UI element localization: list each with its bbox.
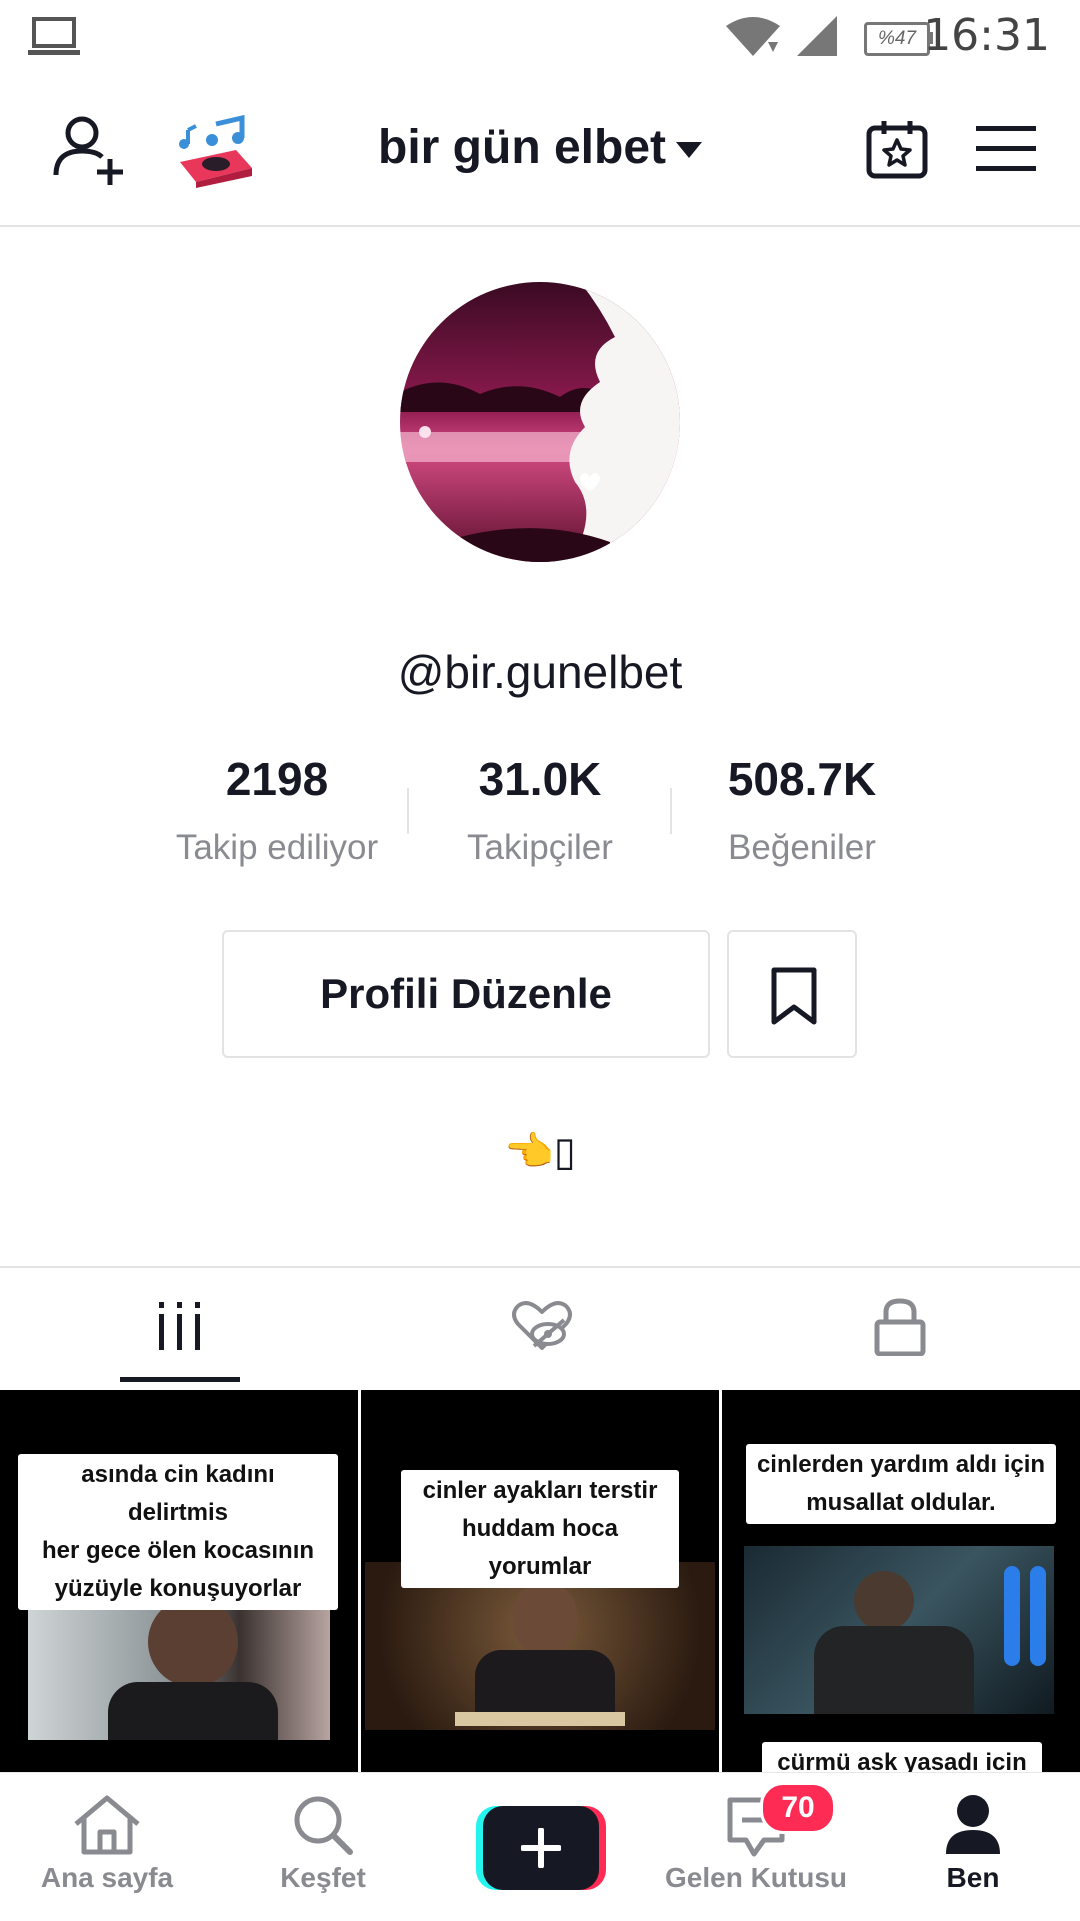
followers-label: Takipçiler: [467, 828, 613, 867]
liked-hidden-icon[interactable]: [510, 1300, 574, 1352]
status-time: 16:31: [923, 10, 1050, 61]
following-label: Takip ediliyor: [175, 828, 379, 867]
video-caption-bottom: cürmü ask yasadı icin: [762, 1742, 1042, 1772]
laptop-icon: [28, 17, 80, 55]
video-thumbnail[interactable]: asında cin kadını delirtmis her gece öle…: [0, 1390, 358, 1772]
tabs-divider: [0, 1266, 1080, 1268]
following-stat[interactable]: 2198 Takip ediliyor: [127, 752, 427, 868]
bookmark-icon: [771, 967, 817, 1025]
nav-inbox-label[interactable]: Gelen Kutusu: [656, 1862, 856, 1894]
plus-icon: [521, 1828, 561, 1868]
caption-line: cinler ayakları terstir: [422, 1477, 658, 1504]
lock-icon[interactable]: [874, 1298, 926, 1356]
caption-line: her gece ölen kocasının: [41, 1537, 315, 1564]
chevron-down-icon: [676, 142, 702, 159]
following-count: 2198: [225, 753, 329, 805]
video-thumbnail[interactable]: cinler ayakları terstir huddam hoca yoru…: [361, 1390, 719, 1772]
video-caption: asında cin kadını delirtmis her gece öle…: [18, 1454, 338, 1610]
followers-count: 31.0K: [478, 753, 602, 805]
video-caption: cinlerden yardım aldı için musallat oldu…: [746, 1444, 1056, 1524]
inbox-badge: 70: [760, 1782, 836, 1834]
caption-line: asında cin kadını delirtmis: [81, 1461, 275, 1526]
video-scene: [744, 1546, 1054, 1714]
caption-line: huddam hoca yorumlar: [461, 1515, 618, 1580]
favorites-button[interactable]: [727, 930, 857, 1058]
create-button[interactable]: [476, 1806, 606, 1890]
likes-label: Beğeniler: [728, 828, 876, 867]
calendar-star-icon[interactable]: [866, 118, 928, 180]
video-thumbnail[interactable]: cinlerden yardım aldı için musallat oldu…: [722, 1390, 1080, 1772]
likes-stat[interactable]: 508.7K Beğeniler: [652, 752, 952, 868]
wifi-icon: [726, 17, 780, 56]
grid-icon[interactable]: [157, 1302, 203, 1350]
active-tab-indicator: [120, 1377, 240, 1382]
caption-line: musallat oldular.: [806, 1489, 996, 1516]
avatar[interactable]: [400, 282, 680, 562]
followers-stat[interactable]: 31.0K Takipçiler: [390, 752, 690, 868]
profile-bio: 👈▯: [504, 1130, 576, 1174]
signal-icon: [797, 16, 837, 56]
profile-title-text: bir gün elbet: [378, 121, 666, 174]
battery-indicator: %47: [864, 22, 930, 56]
home-icon[interactable]: [72, 1794, 142, 1856]
nav-me-label[interactable]: Ben: [873, 1862, 1073, 1894]
profile-handle: @bir.gunelbet: [397, 646, 683, 698]
video-caption: cinler ayakları terstir huddam hoca yoru…: [401, 1470, 679, 1588]
nav-home-label[interactable]: Ana sayfa: [7, 1862, 207, 1894]
search-icon[interactable]: [292, 1794, 354, 1856]
caption-line: yüzüyle konuşuyorlar: [54, 1575, 302, 1602]
likes-count: 508.7K: [727, 753, 877, 805]
menu-icon[interactable]: [976, 126, 1036, 172]
profile-icon[interactable]: [944, 1794, 1002, 1856]
caption-line: cinlerden yardım aldı için: [756, 1451, 1046, 1478]
status-bar: %47 16:31: [0, 0, 1080, 75]
nav-discover-label[interactable]: Keşfet: [223, 1862, 423, 1894]
edit-profile-button[interactable]: Profili Düzenle: [222, 930, 710, 1058]
